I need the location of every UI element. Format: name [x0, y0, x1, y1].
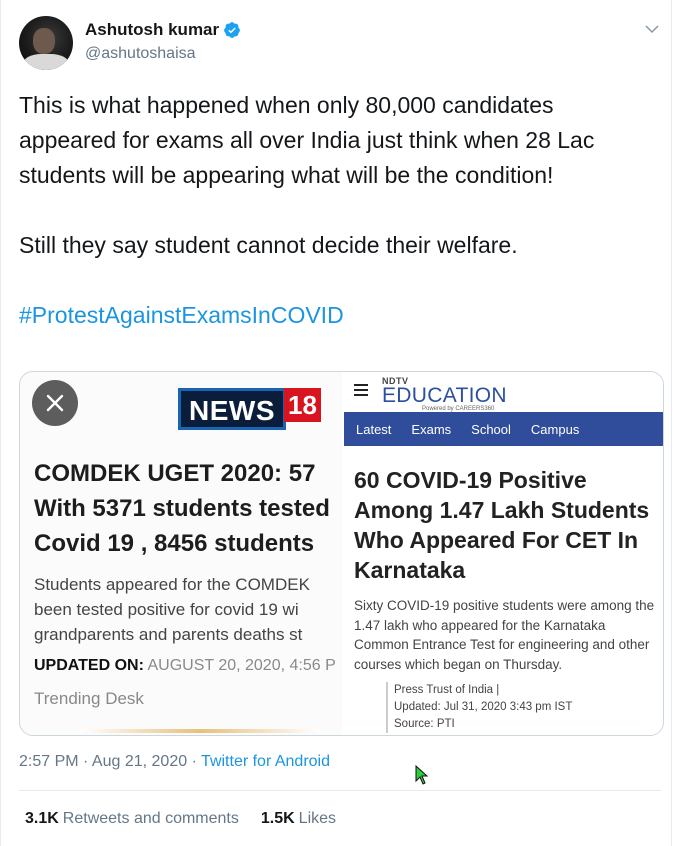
ndtv-headline: 60 COVID-19 Positive Among 1.47 Lakh Stu… [354, 467, 650, 583]
news18-headline: COMDEK UGET 2020: 57 With 5371 students … [34, 456, 342, 561]
tweet-media[interactable]: NEWS 18 COMDEK UGET 2020: 57 With 5371 s… [19, 371, 664, 736]
tweet-stats: 3.1K Retweets and comments 1.5K Likes [25, 810, 358, 828]
ndtv-nav: Latest Exams School Campus [344, 412, 663, 446]
close-button[interactable] [32, 380, 78, 426]
headline-line: Covid 19 , 8456 students [34, 530, 315, 557]
tweet-text: This is what happened when only 80,000 c… [19, 88, 649, 333]
news18-updated: UPDATED ON: AUGUST 20, 2020, 4:56 P [34, 657, 336, 675]
ndtv-meta: Press Trust of India | Updated: Jul 31, … [386, 682, 572, 733]
tweet-paragraph: Still they say student cannot decide the… [19, 232, 518, 258]
hamburger-menu-icon [354, 384, 368, 396]
mouse-cursor-icon [415, 765, 429, 785]
likes-count: 1.5K [260, 810, 295, 827]
ndtv-brand-main: EDUCATION [382, 384, 507, 407]
news18-desk: Trending Desk [34, 689, 144, 708]
updated-label: UPDATED ON: [34, 657, 144, 674]
display-name[interactable]: Ashutosh kumar [85, 20, 219, 40]
media-image-news18[interactable]: NEWS 18 COMDEK UGET 2020: 57 With 5371 s… [20, 372, 342, 735]
likes-label: Likes [298, 810, 337, 827]
ndtv-nav-school: School [471, 421, 511, 437]
source-link[interactable]: Twitter for Android [201, 753, 330, 770]
verified-badge-icon [224, 22, 241, 38]
sub-line: been tested positive for covid 19 wi [34, 600, 299, 619]
decorative-bar [80, 729, 320, 733]
sub-line: grandparents and parents deaths st [34, 625, 303, 644]
news18-logo-text: NEWS [178, 388, 286, 430]
divider-line [19, 790, 661, 791]
ndtv-nav-exams: Exams [411, 421, 452, 437]
user-handle[interactable]: @ashutoshaisa [85, 45, 196, 63]
meta-line: Updated: Jul 31, 2020 3:43 pm IST [394, 701, 573, 713]
headline-line: COMDEK UGET 2020: 57 [34, 460, 316, 487]
news18-subtext: Students appeared for the COMDEK been te… [34, 572, 310, 647]
likes-stat[interactable]: 1.5K Likes [261, 810, 336, 828]
author-name-row[interactable]: Ashutosh kumar [85, 20, 241, 40]
media-image-ndtv[interactable]: NDTV EDUCATION Powered by CAREERS360 Lat… [344, 372, 663, 735]
headline-line: With 5371 students tested [34, 495, 330, 522]
tweet-card: Ashutosh kumar @ashutoshaisa This is wha… [0, 0, 672, 846]
chevron-down-icon[interactable] [643, 20, 661, 38]
tweet-paragraph: This is what happened when only 80,000 c… [19, 92, 595, 188]
ndtv-education-logo: NDTV EDUCATION Powered by CAREERS360 [382, 376, 507, 412]
avatar[interactable] [19, 16, 73, 70]
ndtv-nav-latest: Latest [356, 421, 392, 437]
meta-line: Press Trust of India | [394, 684, 500, 696]
hashtag-link[interactable]: #ProtestAgainstExamsInCOVID [19, 302, 344, 328]
ndtv-nav-campus: Campus [530, 421, 580, 437]
retweets-stat[interactable]: 3.1K Retweets and comments [25, 810, 239, 828]
updated-value: AUGUST 20, 2020, 4:56 P [147, 657, 336, 674]
sub-line: Students appeared for the COMDEK [34, 575, 310, 594]
tweet-timestamp: 2:57 PM · Aug 21, 2020 · Twitter for And… [19, 753, 330, 771]
meta-line: Source: PTI [394, 718, 455, 730]
news18-logo-number: 18 [284, 388, 321, 422]
close-icon [46, 394, 64, 412]
retweets-label: Retweets and comments [62, 810, 239, 827]
news18-logo: NEWS 18 [178, 388, 321, 430]
timestamp-text[interactable]: 2:57 PM · Aug 21, 2020 · [19, 753, 201, 770]
retweets-count: 3.1K [25, 810, 59, 827]
ndtv-body: Sixty COVID-19 positive students were am… [354, 598, 655, 672]
